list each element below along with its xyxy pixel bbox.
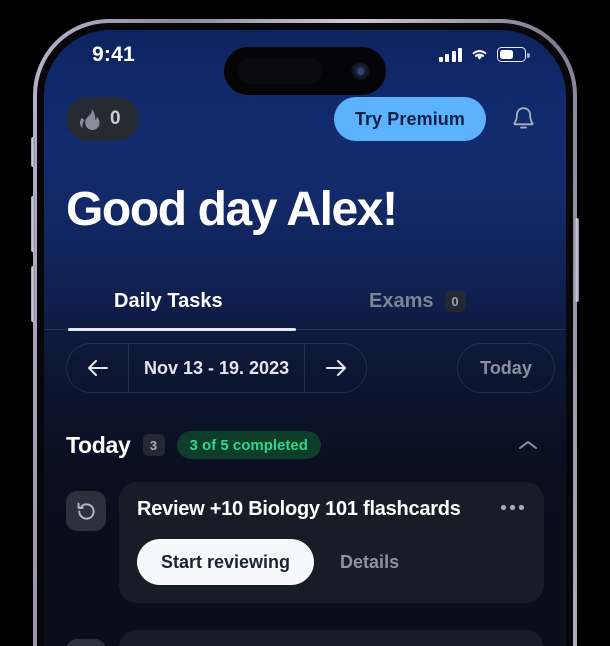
more-horizontal-icon bbox=[501, 505, 524, 510]
start-reviewing-button[interactable]: Start reviewing bbox=[137, 539, 315, 585]
status-bar-indicators bbox=[438, 47, 530, 62]
arrow-left-icon bbox=[87, 359, 108, 377]
wifi-icon bbox=[472, 50, 487, 60]
chevron-up-icon bbox=[519, 441, 537, 449]
today-section-header: Today 3 3 of 5 completed bbox=[66, 426, 544, 464]
tab-exams[interactable]: Exams 0 bbox=[369, 274, 466, 328]
bell-icon bbox=[512, 106, 534, 128]
tab-daily-tasks-label: Daily Tasks bbox=[114, 289, 223, 312]
mute-switch[interactable] bbox=[31, 137, 35, 167]
task-row: Learn +10 Biology 101 flashcards bbox=[66, 630, 544, 646]
task-type-restore-button[interactable] bbox=[66, 491, 106, 531]
app-top-bar: 0 Try Premium bbox=[44, 92, 566, 146]
phone-screen: 9:41 0 Try Premium Good day Alex! Daily … bbox=[44, 30, 566, 646]
task-title: Review +10 Biology 101 flashcards bbox=[137, 498, 461, 520]
task-row: Review +10 Biology 101 flashcards Start … bbox=[66, 482, 544, 603]
streak-chip[interactable]: 0 bbox=[66, 97, 139, 141]
flame-icon bbox=[80, 108, 100, 130]
task-card-header: Review +10 Biology 101 flashcards bbox=[137, 497, 526, 522]
next-week-button[interactable] bbox=[305, 344, 366, 392]
active-tab-indicator bbox=[68, 327, 296, 331]
task-card[interactable]: Review +10 Biology 101 flashcards Start … bbox=[119, 482, 544, 603]
date-navigator: Nov 13 - 19. 2023 bbox=[66, 343, 368, 393]
tab-exams-badge: 0 bbox=[444, 290, 466, 312]
today-section-title: Today bbox=[66, 431, 131, 458]
collapse-section-button[interactable] bbox=[512, 429, 544, 461]
volume-down-button[interactable] bbox=[31, 266, 35, 322]
streak-count: 0 bbox=[110, 108, 121, 129]
date-range-label[interactable]: Nov 13 - 19. 2023 bbox=[128, 344, 306, 392]
notifications-button[interactable] bbox=[506, 101, 540, 137]
dynamic-island bbox=[224, 47, 386, 95]
battery-icon bbox=[497, 47, 530, 62]
screenshot-stage: 9:41 0 Try Premium Good day Alex! Daily … bbox=[0, 0, 610, 646]
status-bar: 9:41 bbox=[44, 30, 566, 95]
tab-bar: Daily Tasks Exams 0 bbox=[44, 274, 566, 331]
earpiece-speaker-icon bbox=[238, 58, 322, 84]
task-type-learn-button[interactable] bbox=[66, 639, 106, 646]
power-button[interactable] bbox=[575, 218, 579, 302]
previous-week-button[interactable] bbox=[67, 344, 128, 392]
today-button[interactable]: Today bbox=[457, 343, 555, 393]
completion-status-badge: 3 of 5 completed bbox=[176, 431, 321, 459]
restore-rotate-left-icon bbox=[77, 502, 95, 520]
page-title: Good day Alex! bbox=[66, 183, 398, 236]
task-more-options-button[interactable] bbox=[491, 497, 526, 518]
task-actions: Start reviewing Details bbox=[137, 539, 526, 585]
cellular-signal-icon bbox=[438, 47, 462, 62]
tab-daily-tasks[interactable]: Daily Tasks bbox=[114, 274, 223, 328]
task-card[interactable]: Learn +10 Biology 101 flashcards bbox=[119, 630, 544, 646]
today-task-count-badge: 3 bbox=[142, 434, 165, 456]
front-camera-icon bbox=[351, 62, 370, 81]
tab-exams-label: Exams bbox=[369, 289, 434, 312]
volume-up-button[interactable] bbox=[31, 196, 35, 252]
status-bar-time: 9:41 bbox=[92, 43, 135, 66]
task-details-button[interactable]: Details bbox=[322, 539, 417, 585]
try-premium-button[interactable]: Try Premium bbox=[333, 97, 486, 141]
arrow-right-icon bbox=[325, 359, 346, 377]
